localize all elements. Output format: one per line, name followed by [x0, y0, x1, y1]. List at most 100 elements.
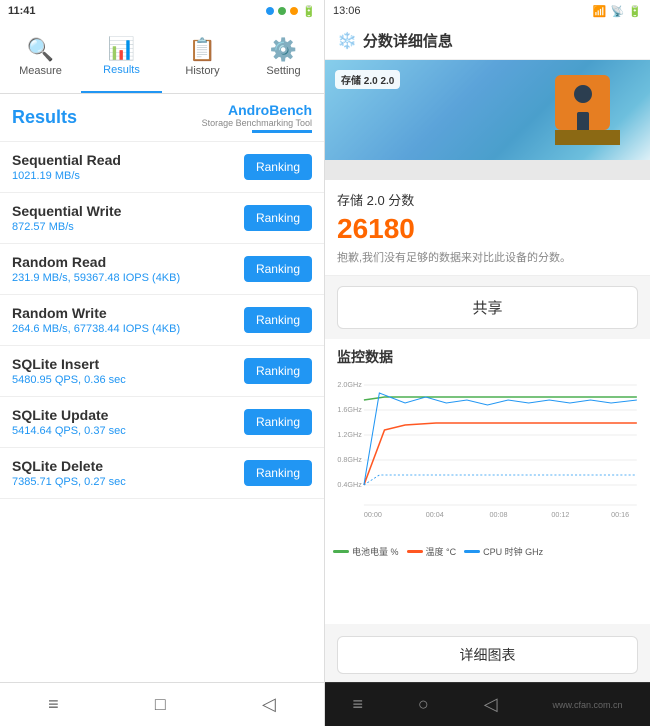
androbench-logo: AndroBench Storage Benchmarking Tool — [202, 102, 312, 133]
benchmark-value-rand-write: 264.6 MB/s, 67738.44 IOPS (4KB) — [12, 323, 244, 335]
signal-icon: 📶 — [593, 5, 607, 18]
legend-label-cpu: CPU 时钟 GHz — [483, 545, 543, 558]
nav-back-btn[interactable]: ◁ — [254, 686, 284, 723]
ranking-btn-rand-read[interactable]: Ranking — [244, 256, 312, 282]
detail-chart-button[interactable]: 详细图表 — [337, 636, 638, 674]
banner-building — [555, 75, 620, 145]
banner-badge: 存储 2.0 2.0 — [335, 70, 400, 89]
benchmark-name-rand-read: Random Read — [12, 254, 244, 270]
nav-home-right[interactable]: ○ — [410, 686, 437, 723]
benchmark-info-random-write: Random Write 264.6 MB/s, 67738.44 IOPS (… — [12, 305, 244, 335]
benchmark-list: Sequential Read 1021.19 MB/s Ranking Seq… — [0, 142, 324, 682]
monitor-section: 监控数据 2.0GHz 1.6GHz 1.2GHz 0.8GHz 0.4GHz … — [325, 339, 650, 624]
banner: 存储 2.0 2.0 — [325, 60, 650, 180]
nav-menu-right[interactable]: ≡ — [344, 686, 371, 723]
tab-results[interactable]: 📊 Results — [81, 22, 162, 93]
results-title: Results — [12, 107, 77, 128]
ranking-btn-rand-write[interactable]: Ranking — [244, 307, 312, 333]
battery-icon-right: 🔋 — [628, 5, 642, 18]
share-button[interactable]: 共享 — [337, 286, 638, 329]
svg-text:00:08: 00:08 — [490, 511, 508, 519]
svg-text:00:12: 00:12 — [551, 511, 569, 519]
benchmark-info-sqlite-delete: SQLite Delete 7385.71 QPS, 0.27 sec — [12, 458, 244, 488]
tab-history-label: History — [185, 65, 219, 77]
benchmark-sequential-write: Sequential Write 872.57 MB/s Ranking — [0, 193, 324, 244]
svg-text:00:04: 00:04 — [426, 511, 444, 519]
monitor-title: 监控数据 — [325, 339, 650, 371]
ranking-btn-sqlite-insert[interactable]: Ranking — [244, 358, 312, 384]
monitor-chart: 2.0GHz 1.6GHz 1.2GHz 0.8GHz 0.4GHz 00:00… — [333, 375, 642, 525]
svg-text:2.0GHz: 2.0GHz — [337, 381, 362, 389]
detail-header: ❄️ 分数详细信息 — [325, 22, 650, 60]
time-left: 11:41 — [8, 5, 36, 17]
svg-text:00:16: 00:16 — [611, 511, 629, 519]
benchmark-info-sequential-write: Sequential Write 872.57 MB/s — [12, 203, 244, 233]
building-base — [555, 130, 620, 145]
battery-icon: 🔋 — [302, 5, 316, 18]
benchmark-random-write: Random Write 264.6 MB/s, 67738.44 IOPS (… — [0, 295, 324, 346]
legend-temp: 温度 °C — [407, 545, 457, 558]
status-icons-right: 📶 📡 🔋 — [593, 5, 642, 18]
tab-measure[interactable]: 🔍 Measure — [0, 22, 81, 93]
legend-label-battery: 电池电量 % — [352, 545, 399, 558]
benchmark-info-random-read: Random Read 231.9 MB/s, 59367.48 IOPS (4… — [12, 254, 244, 284]
benchmark-name-sqlite-update: SQLite Update — [12, 407, 244, 423]
status-bar-right: 13:06 📶 📡 🔋 — [325, 0, 650, 22]
score-label: 存储 2.0 分数 — [337, 190, 638, 209]
benchmark-name-sqlite-delete: SQLite Delete — [12, 458, 244, 474]
benchmark-sqlite-update: SQLite Update 5414.64 QPS, 0.37 sec Rank… — [0, 397, 324, 448]
ranking-btn-seq-write[interactable]: Ranking — [244, 205, 312, 231]
dot-blue — [266, 7, 274, 15]
benchmark-info-sqlite-insert: SQLite Insert 5480.95 QPS, 0.36 sec — [12, 356, 244, 386]
building-window — [574, 85, 592, 103]
tab-history[interactable]: 📋 History — [162, 22, 243, 93]
right-panel: 13:06 📶 📡 🔋 ❄️ 分数详细信息 存储 2.0 2.0 存储 2.0 … — [325, 0, 650, 726]
time-right: 13:06 — [333, 5, 361, 17]
banner-snow — [325, 160, 650, 180]
dot-orange — [290, 7, 298, 15]
tab-setting[interactable]: ⚙️ Setting — [243, 22, 324, 93]
status-bar-left: 11:41 🔋 — [0, 0, 324, 22]
status-icons-left: 🔋 — [266, 5, 316, 18]
logo-part2: Bench — [269, 102, 312, 118]
nav-back-right[interactable]: ◁ — [476, 686, 506, 723]
results-header: Results AndroBench Storage Benchmarking … — [0, 94, 324, 142]
benchmark-value-rand-read: 231.9 MB/s, 59367.48 IOPS (4KB) — [12, 272, 244, 284]
benchmark-value-seq-write: 872.57 MB/s — [12, 221, 244, 233]
building-body — [555, 75, 610, 130]
ranking-btn-sqlite-delete[interactable]: Ranking — [244, 460, 312, 486]
benchmark-random-read: Random Read 231.9 MB/s, 59367.48 IOPS (4… — [0, 244, 324, 295]
results-icon: 📊 — [108, 38, 135, 60]
legend-label-temp: 温度 °C — [426, 545, 457, 558]
benchmark-info-sqlite-update: SQLite Update 5414.64 QPS, 0.37 sec — [12, 407, 244, 437]
history-icon: 📋 — [189, 39, 216, 61]
bottom-nav-left: ≡ □ ◁ — [0, 682, 324, 726]
dot-green — [278, 7, 286, 15]
ranking-btn-seq-read[interactable]: Ranking — [244, 154, 312, 180]
setting-icon: ⚙️ — [270, 39, 297, 61]
nav-tabs: 🔍 Measure 📊 Results 📋 History ⚙️ Setting — [0, 22, 324, 94]
nav-menu-btn[interactable]: ≡ — [40, 686, 67, 723]
svg-text:1.2GHz: 1.2GHz — [337, 431, 362, 439]
chart-legend: 电池电量 % 温度 °C CPU 时钟 GHz — [325, 541, 650, 562]
androbench-name: AndroBench — [228, 102, 312, 118]
chart-container: 2.0GHz 1.6GHz 1.2GHz 0.8GHz 0.4GHz 00:00… — [325, 371, 650, 541]
logo-part1: Andro — [228, 102, 269, 118]
building-door — [577, 112, 589, 130]
score-value: 26180 — [337, 213, 638, 245]
benchmark-name-sqlite-insert: SQLite Insert — [12, 356, 244, 372]
ranking-btn-sqlite-update[interactable]: Ranking — [244, 409, 312, 435]
snowflake-icon: ❄️ — [337, 31, 357, 51]
benchmark-value-sqlite-update: 5414.64 QPS, 0.37 sec — [12, 425, 244, 437]
measure-icon: 🔍 — [27, 39, 54, 61]
tab-measure-label: Measure — [19, 65, 62, 77]
detail-header-title: 分数详细信息 — [363, 30, 453, 51]
benchmark-sqlite-delete: SQLite Delete 7385.71 QPS, 0.27 sec Rank… — [0, 448, 324, 499]
benchmark-name-rand-write: Random Write — [12, 305, 244, 321]
nav-home-btn[interactable]: □ — [147, 686, 174, 723]
androbench-sub: Storage Benchmarking Tool — [202, 118, 312, 128]
svg-text:1.6GHz: 1.6GHz — [337, 406, 362, 414]
watermark: www.cfan.com.cn — [544, 700, 630, 710]
benchmark-value-seq-read: 1021.19 MB/s — [12, 170, 244, 182]
legend-color-temp — [407, 550, 423, 553]
